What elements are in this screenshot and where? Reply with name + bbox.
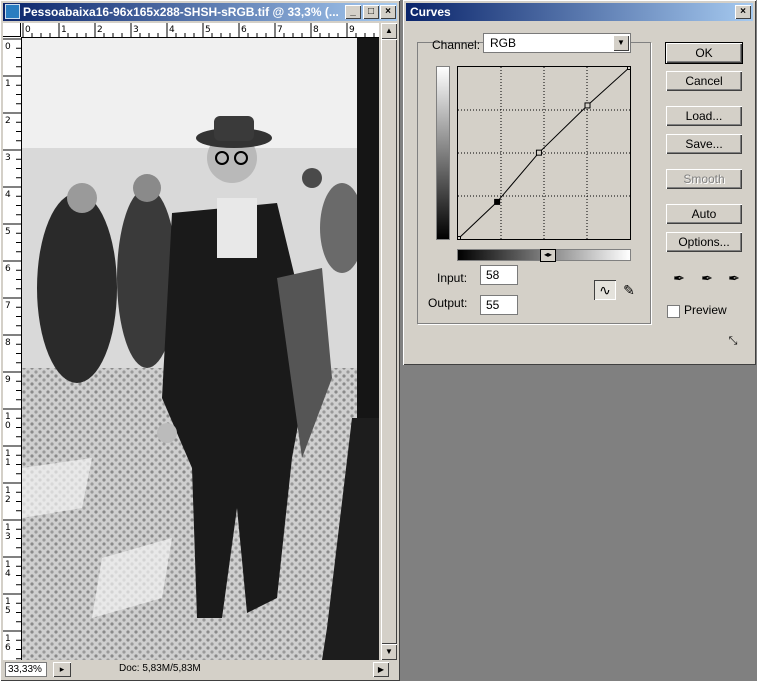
gray-eyedropper-icon[interactable]: ✒ bbox=[697, 268, 717, 288]
preview-label: Preview bbox=[684, 303, 727, 317]
input-label: Input: bbox=[437, 271, 468, 285]
ruler-label: 0 bbox=[5, 42, 11, 52]
close-icon[interactable]: × bbox=[735, 5, 751, 19]
curve-line[interactable] bbox=[457, 66, 631, 240]
minimize-icon[interactable]: _ bbox=[345, 5, 361, 19]
close-icon[interactable]: × bbox=[380, 5, 396, 19]
ruler-label: 6 bbox=[5, 264, 11, 274]
ruler-label: 3 bbox=[5, 532, 11, 542]
curve-point[interactable] bbox=[627, 64, 633, 70]
curve-point[interactable] bbox=[455, 236, 461, 242]
document-title: Pessoabaixa16-96x165x288-SHSH-sRGB.tif @… bbox=[23, 5, 339, 19]
gradient-toggle-icon[interactable]: ◂▸ bbox=[540, 249, 556, 262]
document-window: Pessoabaixa16-96x165x288-SHSH-sRGB.tif @… bbox=[0, 0, 400, 681]
scroll-down-icon[interactable]: ▼ bbox=[381, 644, 397, 660]
ruler-label: 1 bbox=[61, 25, 67, 35]
preview-checkbox[interactable] bbox=[667, 305, 680, 318]
options-button[interactable]: Options... bbox=[666, 232, 742, 252]
scroll-thumb[interactable] bbox=[381, 39, 397, 644]
curve-point[interactable] bbox=[584, 102, 591, 109]
ruler-label: 9 bbox=[5, 375, 11, 385]
scroll-right-icon[interactable]: ▶ bbox=[373, 662, 389, 677]
scroll-up-icon[interactable]: ▲ bbox=[381, 23, 397, 39]
input-field[interactable]: 58 bbox=[480, 265, 518, 285]
maximize-icon[interactable]: □ bbox=[363, 5, 379, 19]
image-canvas[interactable] bbox=[22, 38, 379, 660]
output-field[interactable]: 55 bbox=[480, 295, 518, 315]
photo-street-scene bbox=[22, 38, 379, 660]
ruler-label: 8 bbox=[5, 338, 11, 348]
ruler-label: 6 bbox=[241, 25, 247, 35]
ruler-label: 9 bbox=[349, 25, 355, 35]
pencil-icon[interactable]: ✎ bbox=[618, 280, 640, 300]
ruler-label: 0 bbox=[5, 421, 11, 431]
ruler-label: 7 bbox=[5, 301, 11, 311]
output-gradient-bar bbox=[436, 66, 450, 240]
ruler-label: 1 bbox=[5, 79, 11, 89]
ruler-label: 2 bbox=[5, 495, 11, 505]
ruler-label: 2 bbox=[5, 116, 11, 126]
curve-graph[interactable] bbox=[455, 64, 633, 242]
curve-point[interactable] bbox=[535, 149, 542, 156]
channel-label: Channel: bbox=[432, 38, 481, 52]
ruler-label: 4 bbox=[169, 25, 175, 35]
ruler-label: 6 bbox=[5, 643, 11, 653]
ruler-label: 7 bbox=[277, 25, 283, 35]
output-label: Output: bbox=[428, 296, 468, 310]
photoshop-document-icon bbox=[5, 4, 20, 19]
curve-point-tool-icon[interactable]: ∿ bbox=[594, 280, 616, 300]
ruler-label: 4 bbox=[5, 569, 11, 579]
smooth-button[interactable]: Smooth bbox=[666, 169, 742, 189]
white-eyedropper-icon[interactable]: ✒ bbox=[724, 268, 744, 288]
ruler-label: 3 bbox=[5, 153, 11, 163]
curve-plot[interactable] bbox=[455, 64, 633, 242]
curve-point-selected[interactable] bbox=[494, 198, 501, 205]
curves-title-bar[interactable]: Curves × bbox=[406, 3, 753, 21]
channel-select[interactable]: RGB ▼ bbox=[483, 33, 631, 53]
status-menu-icon[interactable]: ▸ bbox=[53, 662, 71, 677]
ruler-label: 2 bbox=[97, 25, 103, 35]
chevron-down-icon[interactable]: ▼ bbox=[613, 35, 629, 51]
ruler-label: 5 bbox=[5, 227, 11, 237]
document-title-bar[interactable]: Pessoabaixa16-96x165x288-SHSH-sRGB.tif @… bbox=[3, 3, 397, 21]
auto-button[interactable]: Auto bbox=[666, 204, 742, 224]
channel-value: RGB bbox=[490, 36, 517, 50]
document-size-info: Doc: 5,83M/5,83M bbox=[119, 663, 201, 674]
ruler-label: 8 bbox=[313, 25, 319, 35]
status-bar: 33,33% ▸ Doc: 5,83M/5,83M ▶ bbox=[3, 661, 397, 678]
vertical-ruler-ticks: 012345678910111213141516 bbox=[3, 38, 21, 660]
ruler-label: 1 bbox=[5, 458, 11, 468]
curves-dialog: Curves × Channel: RGB ▼ ◂▸ Input: 58 Out… bbox=[403, 0, 756, 365]
curves-title: Curves bbox=[410, 5, 451, 19]
vertical-ruler[interactable]: 012345678910111213141516 bbox=[3, 37, 22, 660]
zoom-level-field[interactable]: 33,33% bbox=[5, 662, 47, 677]
horizontal-ruler[interactable]: 0 1 2 3 4 5 6 7 8 9 bbox=[21, 23, 379, 38]
cancel-button[interactable]: Cancel bbox=[666, 71, 742, 91]
ruler-label: 0 bbox=[25, 25, 31, 35]
save-button[interactable]: Save... bbox=[666, 134, 742, 154]
load-button[interactable]: Load... bbox=[666, 106, 742, 126]
ok-button[interactable]: OK bbox=[665, 42, 743, 64]
ruler-origin[interactable] bbox=[3, 23, 21, 37]
ruler-label: 5 bbox=[205, 25, 211, 35]
vertical-scrollbar[interactable]: ▲ ▼ bbox=[381, 23, 397, 660]
black-eyedropper-icon[interactable]: ✒ bbox=[669, 268, 689, 288]
ruler-label: 5 bbox=[5, 606, 11, 616]
ruler-label: 4 bbox=[5, 190, 11, 200]
horizontal-ruler-ticks: 0 1 2 3 4 5 6 7 8 9 bbox=[22, 23, 375, 37]
expand-graph-icon[interactable]: ⤡ bbox=[725, 335, 741, 349]
ruler-label: 3 bbox=[133, 25, 139, 35]
